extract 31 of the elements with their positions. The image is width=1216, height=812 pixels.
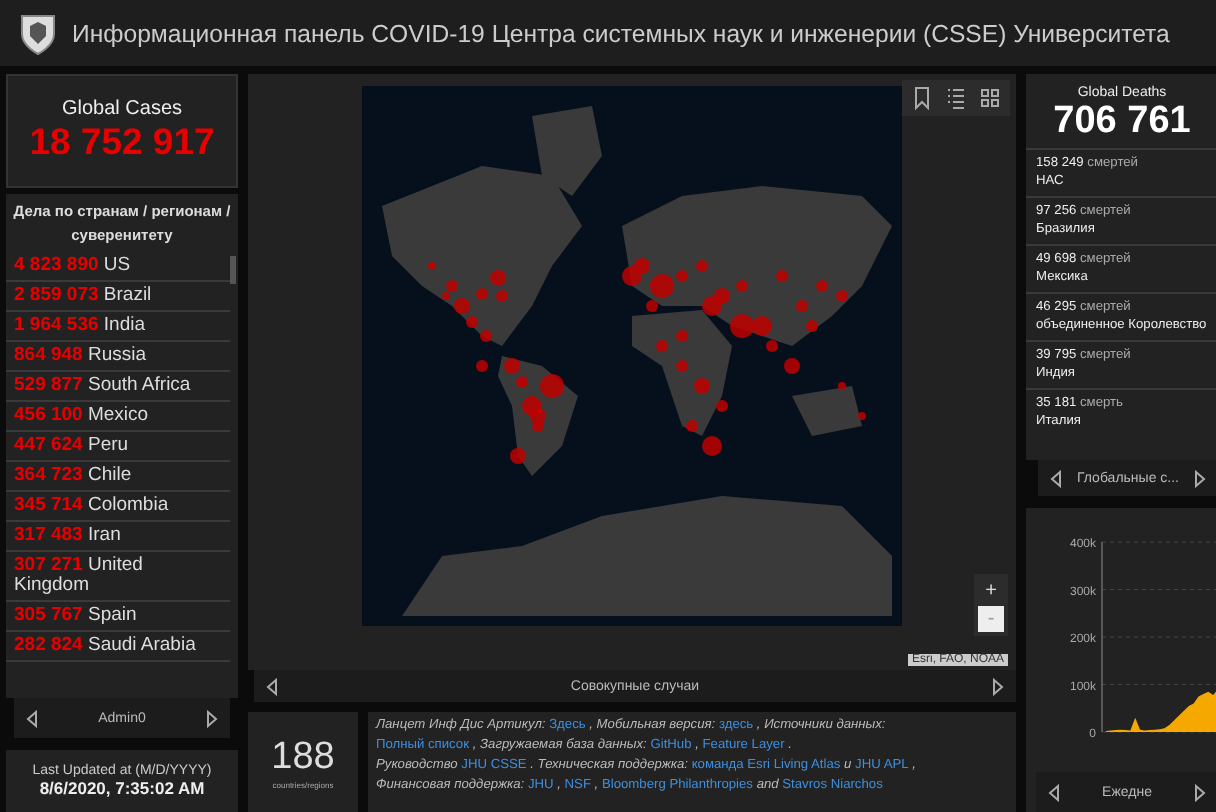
country-row[interactable]: 456 100 Mexico (6, 402, 230, 432)
grid-icon[interactable] (980, 86, 1000, 110)
stat-label: Global Cases (61, 98, 183, 120)
left-caret-icon[interactable] (1050, 469, 1062, 487)
country-row[interactable]: 1 964 536 India (6, 312, 230, 342)
country-row[interactable]: 345 714 Colombia (6, 492, 230, 522)
left-caret-icon[interactable] (266, 677, 278, 695)
dashboard-title: Информационная панель COVID-19 Центра системных наук и инженерии (CSSE) Университета (72, 19, 1170, 47)
country-row[interactable]: 364 723 Chile (6, 462, 230, 492)
bookmark-icon[interactable] (912, 86, 932, 110)
right-caret-icon[interactable] (1194, 469, 1206, 487)
country-row[interactable]: 529 877 South Africa (6, 372, 230, 402)
stat-value: 706 761 (1051, 100, 1193, 144)
country-row[interactable]: 2 859 073 Brazil (6, 282, 230, 312)
country-row[interactable]: 864 948 Russia (6, 342, 230, 372)
stat-value: 18 752 917 (29, 120, 215, 164)
left-caret-icon[interactable] (1048, 783, 1060, 801)
stat-value: 188 (271, 735, 335, 779)
country-row[interactable]: 317 483 Iran (6, 522, 230, 552)
right-caret-icon[interactable] (205, 709, 218, 727)
country-row[interactable]: 282 824 Saudi Arabia (6, 632, 230, 662)
area-series (1106, 689, 1216, 732)
update-time: 8/6/2020, 7:35:02 AM (39, 778, 205, 798)
right-caret-icon[interactable] (992, 677, 1004, 695)
country-row[interactable]: 305 767 Spain (6, 602, 230, 632)
country-row[interactable]: 447 624 Peru (6, 432, 230, 462)
country-row[interactable]: 307 271 United Kingdom (6, 552, 230, 602)
right-caret-icon[interactable] (1194, 783, 1206, 801)
shield-logo-icon (18, 11, 58, 55)
left-caret-icon[interactable] (26, 709, 38, 727)
scrollbar[interactable] (230, 256, 236, 284)
